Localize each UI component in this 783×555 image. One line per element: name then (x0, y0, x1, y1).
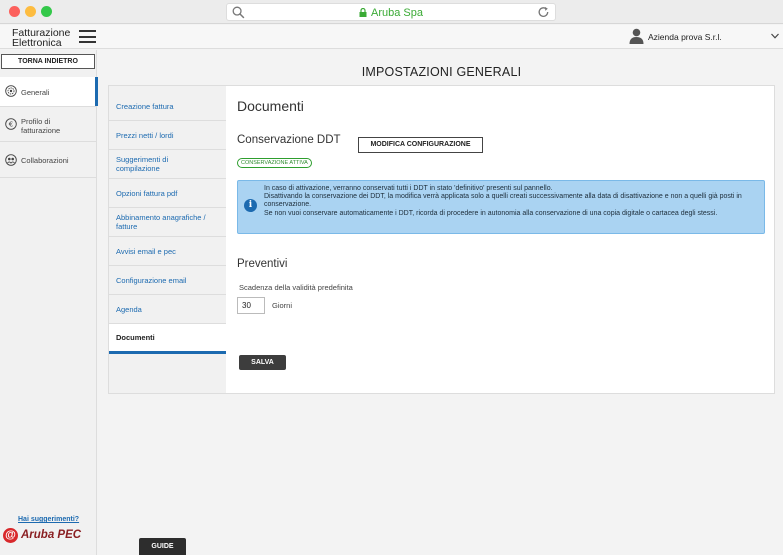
save-button[interactable]: SALVA (239, 355, 286, 370)
modify-configuration-button[interactable]: MODIFICA CONFIGURAZIONE (358, 137, 483, 153)
sidebar-item-label: Generali (21, 88, 50, 97)
settings-content: Documenti Conservazione DDT MODIFICA CON… (226, 86, 774, 393)
app-brand: Fatturazione Elettronica (12, 28, 70, 49)
at-sign-icon: @ (3, 528, 18, 543)
sidebar-item-generali[interactable]: Generali (0, 77, 98, 107)
guide-button[interactable]: GUIDE (139, 538, 186, 555)
aruba-pec-logo: @ Aruba PEC (3, 528, 93, 544)
subnav-item-configurazione-email[interactable]: Configurazione email (109, 266, 226, 295)
subnav-item-abbinamento[interactable]: Abbinamento anagrafiche / fatture (109, 208, 226, 237)
subnav-item-documenti[interactable]: Documenti (109, 324, 226, 354)
validity-days-input[interactable] (237, 297, 265, 314)
euro-icon: € (5, 118, 17, 130)
sidebar-item-profilo[interactable]: € Profilo di fatturazione (0, 107, 97, 142)
menu-icon[interactable] (79, 30, 96, 43)
settings-subnav: Creazione fattura Prezzi netti / lordi S… (109, 86, 226, 393)
section-heading: Documenti (237, 98, 304, 114)
info-icon: i (244, 199, 257, 212)
minimize-window-button[interactable] (25, 6, 36, 17)
logo-text: Aruba PEC (21, 529, 82, 541)
validity-label: Scadenza della validità predefinita (239, 283, 353, 292)
user-icon (629, 28, 644, 44)
reload-icon[interactable] (537, 6, 550, 19)
validity-unit: Giorni (272, 301, 293, 310)
svg-text:€: € (9, 121, 13, 129)
sidebar: TORNA INDIETRO Generali € Profilo di fat… (0, 50, 98, 555)
sidebar-item-label: Profilo di fatturazione (21, 117, 61, 135)
brand-line-2: Elettronica (12, 37, 62, 49)
page-title: IMPOSTAZIONI GENERALI (361, 65, 522, 79)
app-header: Fatturazione Elettronica Azienda prova S… (0, 25, 783, 49)
close-window-button[interactable] (9, 6, 20, 17)
subnav-item-agenda[interactable]: Agenda (109, 295, 226, 324)
sidebar-item-label: Collaborazioni (21, 156, 69, 165)
collaboration-icon (5, 154, 17, 166)
info-alert: i In caso di attivazione, verranno conse… (237, 180, 765, 234)
info-line-1: In caso di attivazione, verranno conserv… (264, 185, 553, 192)
sidebar-item-collaborazioni[interactable]: Collaborazioni (0, 142, 97, 178)
account-menu[interactable]: Azienda prova S.r.l. (629, 28, 783, 46)
lock-icon (359, 8, 367, 17)
company-name: Azienda prova S.r.l. (648, 32, 722, 42)
info-line-3: Se non vuoi conservare automaticamente i… (264, 209, 718, 217)
url-display: Aruba Spa (227, 7, 555, 19)
subnav-item-suggerimenti[interactable]: Suggerimenti di compilazione (109, 150, 226, 179)
gear-icon (5, 85, 17, 97)
chevron-down-icon (771, 33, 779, 39)
url-text: Aruba Spa (371, 7, 423, 19)
info-line-2: Disattivando la conservazione dei DDT, l… (264, 193, 742, 209)
status-badge: CONSERVAZIONE ATTIVA (237, 158, 312, 168)
subnav-item-opzioni-pdf[interactable]: Opzioni fattura pdf (109, 179, 226, 208)
ddt-section-title: Conservazione DDT (237, 134, 341, 146)
subnav-item-prezzi[interactable]: Prezzi netti / lordi (109, 121, 226, 150)
maximize-window-button[interactable] (41, 6, 52, 17)
browser-toolbar: Aruba Spa (0, 0, 783, 24)
subnav-item-creazione-fattura[interactable]: Creazione fattura (109, 92, 226, 121)
info-text: In caso di attivazione, verranno conserv… (264, 185, 762, 218)
subnav-item-avvisi[interactable]: Avvisi email e pec (109, 237, 226, 266)
address-bar[interactable]: Aruba Spa (226, 3, 556, 21)
quotes-section-title: Preventivi (237, 258, 288, 270)
suggestions-link[interactable]: Hai suggerimenti? (18, 516, 79, 523)
settings-card: Creazione fattura Prezzi netti / lordi S… (108, 85, 775, 394)
back-button[interactable]: TORNA INDIETRO (1, 54, 95, 69)
